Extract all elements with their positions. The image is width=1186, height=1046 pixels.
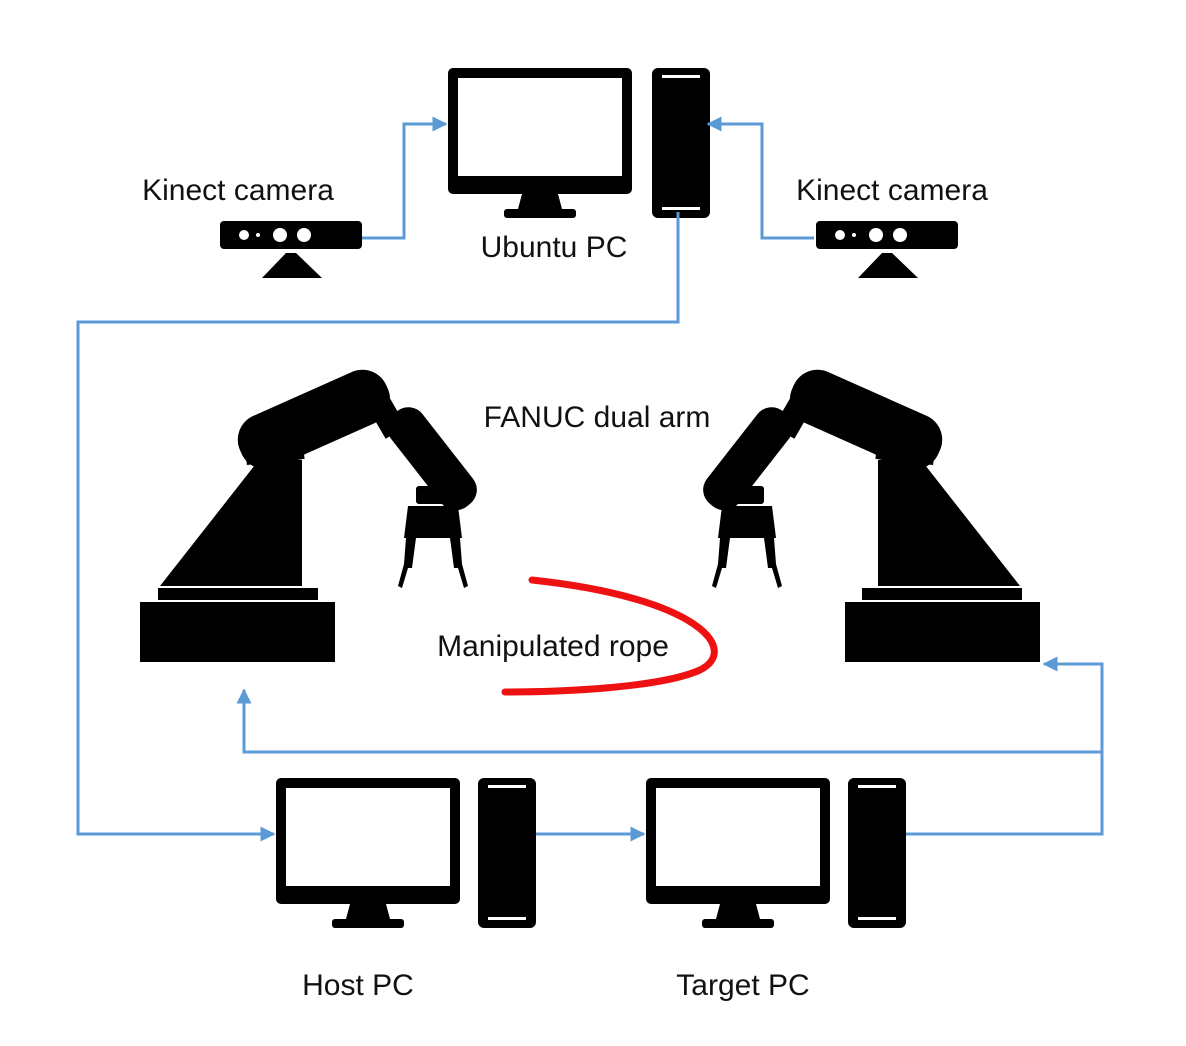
label-target-pc: Target PC: [676, 969, 809, 1002]
label-kinect-right: Kinect camera: [796, 174, 988, 207]
target-tower-icon: [848, 778, 906, 928]
label-manipulated-rope: Manipulated rope: [437, 630, 669, 663]
host-tower-icon: [478, 778, 536, 928]
diagram-canvas: Kinect camera Kinect camera Ubuntu PC FA…: [76, 68, 1104, 1002]
ubuntu-tower-icon: [652, 68, 710, 218]
ubuntu-monitor-icon: [448, 68, 632, 218]
wire-target-to-robot-right: [906, 656, 1104, 836]
system-diagram: Kinect camera Kinect camera Ubuntu PC FA…: [0, 0, 1186, 1046]
host-monitor-icon: [276, 778, 460, 928]
wire-target-to-robot-left: [236, 688, 1102, 754]
label-host-pc: Host PC: [302, 969, 414, 1002]
robot-arm-right-icon: [695, 361, 1040, 662]
target-monitor-icon: [646, 778, 830, 928]
robot-arm-left-icon: [140, 361, 485, 662]
label-ubuntu-pc: Ubuntu PC: [481, 231, 628, 264]
wire-ubuntu-to-host: [76, 212, 680, 842]
kinect-right-icon: [816, 221, 958, 278]
label-fanuc-dual-arm: FANUC dual arm: [484, 401, 711, 434]
kinect-left-icon: [220, 221, 362, 278]
label-kinect-left: Kinect camera: [142, 174, 334, 207]
wire-kinect-left-to-ubuntu: [362, 116, 448, 240]
